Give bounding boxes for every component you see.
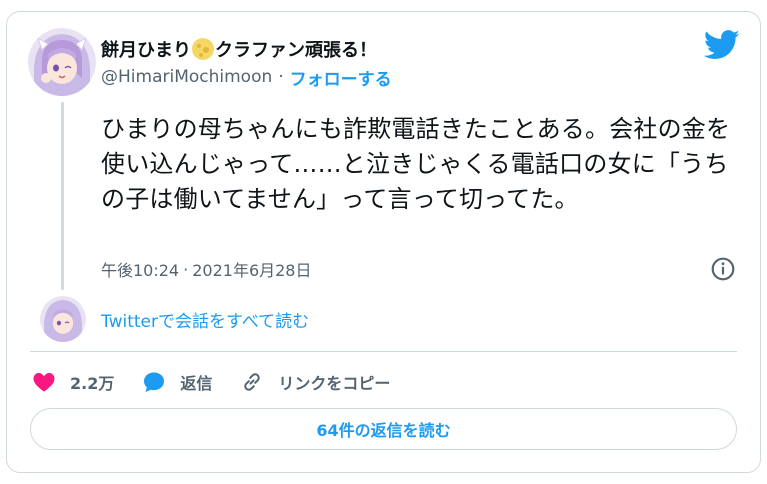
action-bar: 2.2万 返信 リンクをコピー [32,368,418,396]
read-conversation-link[interactable]: Twitterで会話をすべて読む [101,306,309,332]
link-icon [244,373,261,391]
copy-link-label: リンクをコピー [278,374,391,393]
twitter-bird-icon[interactable] [704,30,740,60]
copy-link-button[interactable]: リンクをコピー [240,370,390,394]
tweet-timestamp[interactable]: 午後10:24 · 2021年6月28日 [101,256,311,282]
tweet-date: 2021年6月28日 [192,261,312,280]
reply-button[interactable]: 返信 [142,370,212,394]
display-name-suffix: クラファン頑張る！ [215,40,377,61]
handle-row: @HimariMochimoon · フォローする [101,64,392,90]
separator-dot: · [278,67,284,87]
reply-label: 返信 [180,374,213,393]
speech-bubble-icon [144,372,165,392]
divider [30,351,737,352]
avatar-small [40,296,86,342]
info-icon[interactable] [710,256,736,282]
user-handle[interactable]: @HimariMochimoon [101,67,272,87]
separator-dot: · [183,259,189,279]
like-button[interactable]: 2.2万 [32,370,114,394]
read-replies-button[interactable]: 64件の返信を読む [30,408,737,450]
heart-icon [33,373,55,392]
thread-line [61,102,64,290]
follow-button[interactable]: フォローする [290,65,392,90]
avatar[interactable] [28,28,96,96]
display-name-text: 餅月ひまり [101,40,191,61]
tweet-text: ひまりの母ちゃんにも詐欺電話きたことある。会社の金を使い込んじゃって……と泣きじ… [101,115,731,213]
like-count: 2.2万 [70,374,115,393]
display-name[interactable]: 餅月ひまり クラファン頑張る！ [101,36,377,62]
moon-emoji-icon [192,38,214,60]
tweet-time: 午後10:24 [101,261,180,280]
